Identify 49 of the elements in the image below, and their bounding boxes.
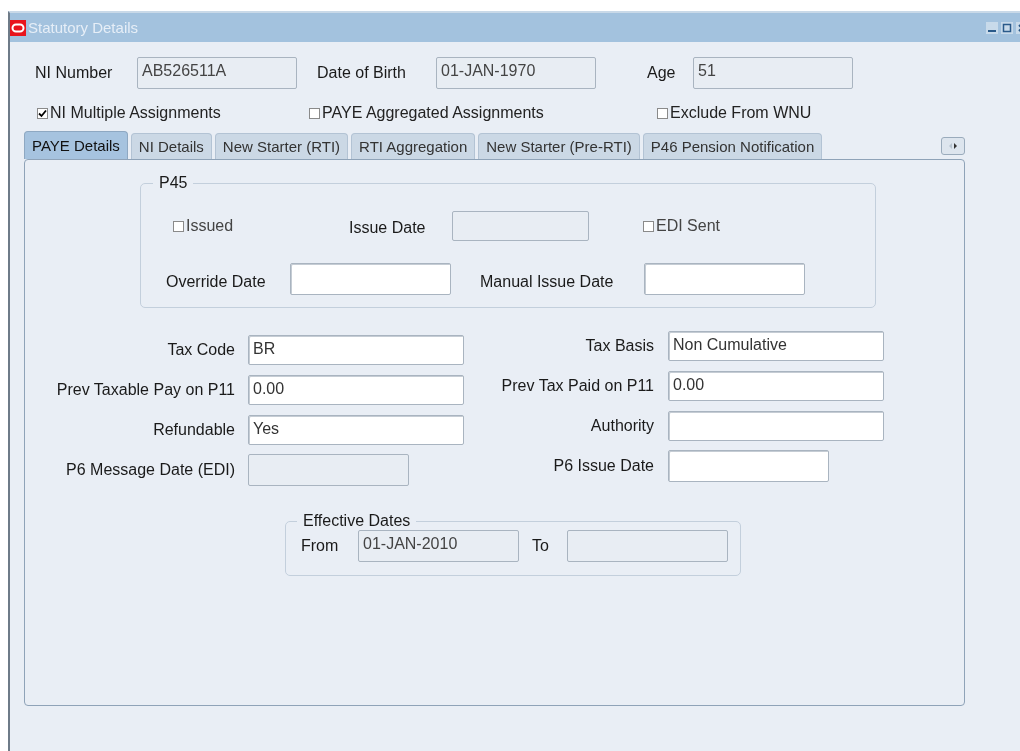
field-label: Override Date	[166, 272, 267, 291]
field-label: Age	[647, 64, 677, 82]
checkbox[interactable]	[173, 220, 184, 232]
text-field[interactable]	[290, 263, 451, 295]
text-field[interactable]	[668, 450, 829, 482]
checkbox-label: PAYE Aggregated Assignments	[322, 104, 544, 122]
tab[interactable]: RTI Aggregation	[351, 133, 476, 159]
left-right-arrows-icon	[948, 142, 958, 150]
checkbox-label: Exclude From WNU	[670, 104, 812, 122]
field-label: Date of Birth	[317, 64, 407, 82]
checkbox[interactable]	[657, 107, 668, 119]
tab[interactable]: PAYE Details	[24, 131, 128, 159]
text-field[interactable]: BR	[248, 335, 464, 365]
field-label: Tax Code	[166, 341, 235, 359]
field-label: Authority	[589, 417, 654, 435]
checkbox[interactable]	[643, 220, 654, 232]
field-label: To	[532, 537, 550, 555]
tab-scroll-button[interactable]	[941, 137, 965, 155]
tab[interactable]: New Starter (RTI)	[214, 133, 349, 159]
checkbox[interactable]	[37, 107, 48, 119]
maximize-icon[interactable]	[1001, 21, 1013, 34]
field-label: Prev Tax Paid on P11	[500, 377, 654, 395]
text-field[interactable]	[644, 263, 805, 295]
tab[interactable]: New Starter (Pre-RTI)	[478, 133, 640, 159]
text-field[interactable]: Non Cumulative	[668, 331, 884, 361]
app-logo-icon	[10, 19, 26, 36]
field-label: NI Number	[35, 64, 114, 82]
checkbox-label: NI Multiple Assignments	[50, 104, 221, 122]
checkbox-label: EDI Sent	[656, 217, 721, 235]
checkbox[interactable]	[309, 107, 320, 119]
text-field[interactable]: 0.00	[248, 375, 464, 405]
field-label: P6 Message Date (EDI)	[65, 461, 235, 479]
group-title: P45	[158, 174, 189, 192]
field-label: Refundable	[152, 421, 235, 439]
field-label: Issue Date	[349, 218, 427, 237]
group-title: Effective Dates	[302, 512, 412, 530]
tab[interactable]: NI Details	[130, 133, 212, 159]
text-field[interactable]: Yes	[248, 415, 464, 445]
text-field[interactable]: 0.00	[668, 371, 884, 401]
checkbox-label: Issued	[186, 217, 234, 235]
field-label: P6 Issue Date	[552, 457, 654, 475]
field-label: Prev Taxable Pay on P11	[55, 381, 235, 399]
window-title: Statutory Details	[28, 19, 139, 36]
field-label: From	[301, 537, 340, 555]
minimize-icon[interactable]	[986, 21, 998, 34]
field-label: Tax Basis	[584, 337, 654, 355]
field-label: Manual Issue Date	[480, 272, 615, 291]
text-field[interactable]	[668, 411, 884, 441]
tab[interactable]: P46 Pension Notification	[642, 133, 823, 159]
